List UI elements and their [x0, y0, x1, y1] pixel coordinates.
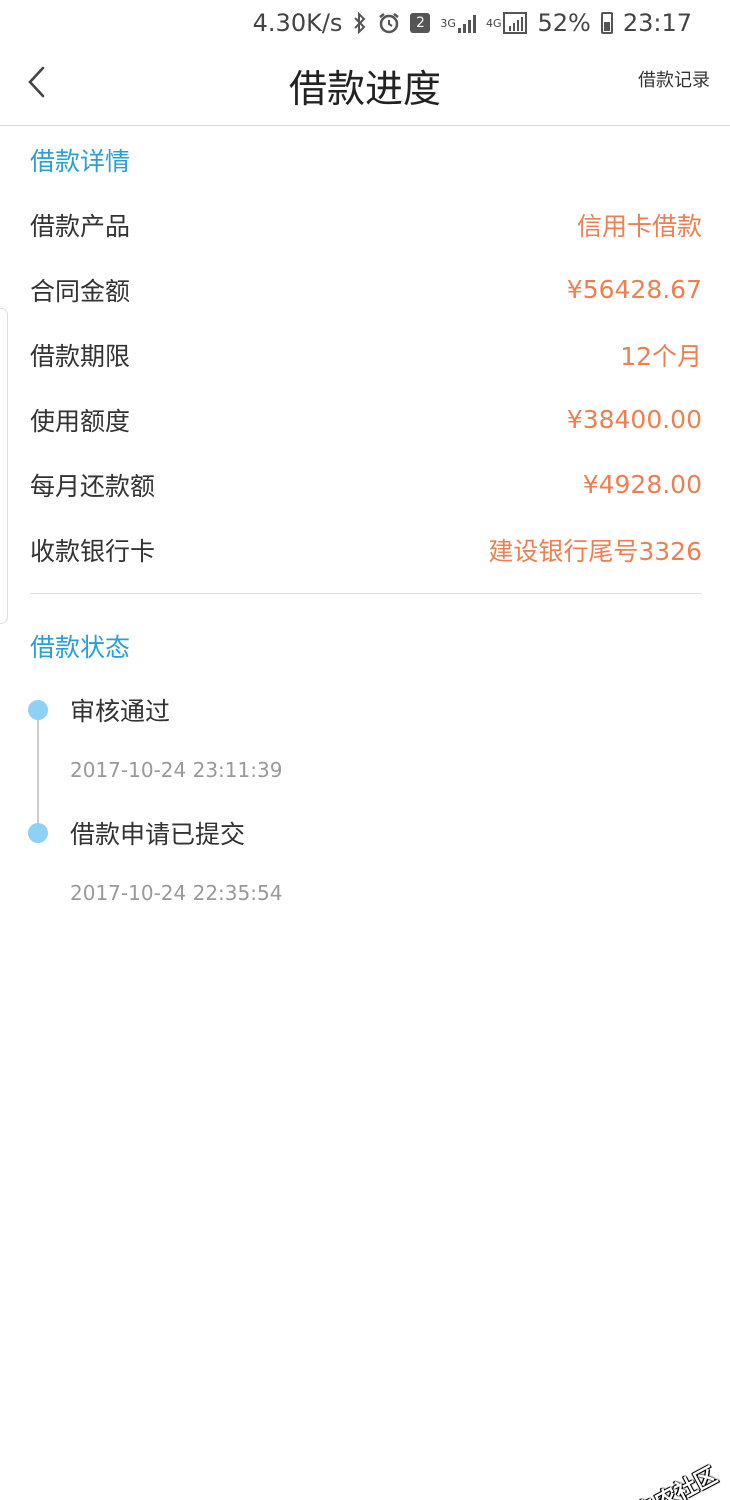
watermark: 卡农社区	[603, 1458, 722, 1500]
watermark-text: 卡农社区	[632, 1463, 722, 1500]
detail-label: 使用额度	[30, 406, 131, 436]
edge-drawer-handle[interactable]	[0, 308, 8, 624]
clock-time: 23:17	[622, 9, 692, 37]
battery-icon	[600, 12, 613, 34]
bluetooth-icon	[352, 9, 368, 37]
timeline-time: 2017-10-24 22:35:54	[70, 881, 283, 905]
timeline-dot-icon	[28, 700, 48, 720]
timeline-dot-icon	[28, 823, 48, 843]
loan-record-link[interactable]: 借款记录	[638, 66, 710, 92]
signal-box-icon	[503, 12, 528, 34]
detail-value: 信用卡借款	[576, 211, 702, 241]
timeline-title: 审核通过	[70, 697, 171, 726]
detail-row-used-credit: 使用额度 ¥38400.00	[30, 387, 702, 452]
signal-4g-icon: 4G	[486, 9, 528, 37]
detail-value: ¥56428.67	[566, 275, 702, 304]
signal-3g-icon: 3G	[440, 9, 476, 37]
network-3g-label: 3G	[440, 16, 456, 30]
loan-details-heading: 借款详情	[30, 147, 131, 176]
detail-value: 建设银行尾号3326	[488, 536, 702, 566]
network-4g-label: 4G	[485, 16, 502, 30]
header: 借款进度 借款记录	[0, 46, 730, 126]
detail-row-product: 借款产品 信用卡借款	[30, 192, 702, 257]
detail-row-term: 借款期限 12个月	[30, 322, 702, 387]
timeline-connector	[37, 710, 39, 830]
detail-label: 合同金额	[30, 276, 131, 306]
detail-value: ¥4928.00	[582, 470, 702, 499]
detail-row-contract-amount: 合同金额 ¥56428.67	[30, 257, 702, 322]
loan-status-heading: 借款状态	[30, 633, 131, 662]
signal-bars-icon	[457, 13, 476, 33]
detail-label: 每月还款额	[30, 471, 156, 501]
detail-label: 收款银行卡	[30, 536, 156, 566]
screen: 4.30K/s 2 3G 4G 52% 23:17 借款进度 借款记录 借款详情…	[0, 0, 730, 1500]
battery-percent: 52%	[537, 9, 591, 37]
timeline-time: 2017-10-24 23:11:39	[70, 758, 283, 782]
alarm-icon	[378, 9, 400, 37]
status-bar: 4.30K/s 2 3G 4G 52% 23:17	[0, 0, 730, 46]
network-speed: 4.30K/s	[252, 9, 343, 37]
detail-value: ¥38400.00	[566, 405, 702, 434]
page-title: 借款进度	[288, 67, 441, 111]
section-divider	[30, 593, 702, 594]
notification-badge: 2	[410, 13, 431, 33]
loan-detail-list: 借款产品 信用卡借款 合同金额 ¥56428.67 借款期限 12个月 使用额度…	[30, 192, 702, 582]
timeline-title: 借款申请已提交	[70, 820, 246, 849]
detail-label: 借款期限	[30, 341, 131, 371]
detail-row-bank-card: 收款银行卡 建设银行尾号3326	[30, 517, 702, 582]
detail-label: 借款产品	[30, 211, 131, 241]
detail-row-monthly-payment: 每月还款额 ¥4928.00	[30, 452, 702, 517]
detail-value: 12个月	[620, 341, 702, 371]
